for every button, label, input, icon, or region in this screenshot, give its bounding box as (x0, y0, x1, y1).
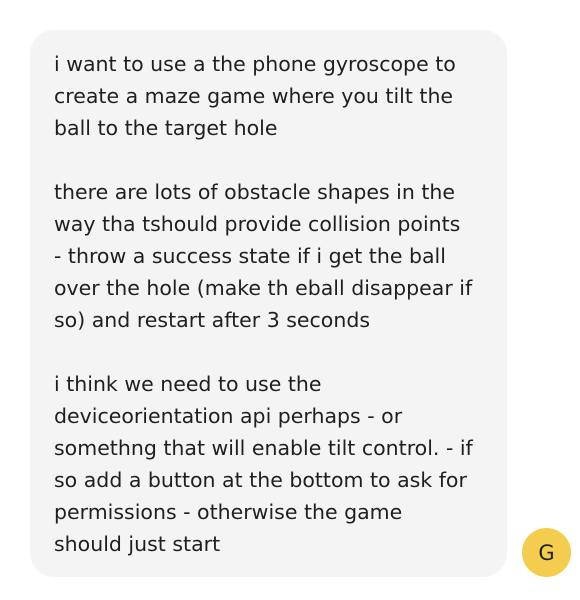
message-paragraph-3: i think we need to use the deviceorienta… (54, 372, 473, 556)
chat-view: i want to use a the phone gyroscope to c… (0, 0, 580, 600)
user-avatar[interactable]: G (522, 528, 571, 577)
message-paragraph-1: i want to use a the phone gyroscope to c… (54, 52, 456, 140)
user-message-bubble: i want to use a the phone gyroscope to c… (30, 30, 507, 577)
message-paragraph-2: there are lots of obstacle shapes in the… (54, 180, 473, 332)
